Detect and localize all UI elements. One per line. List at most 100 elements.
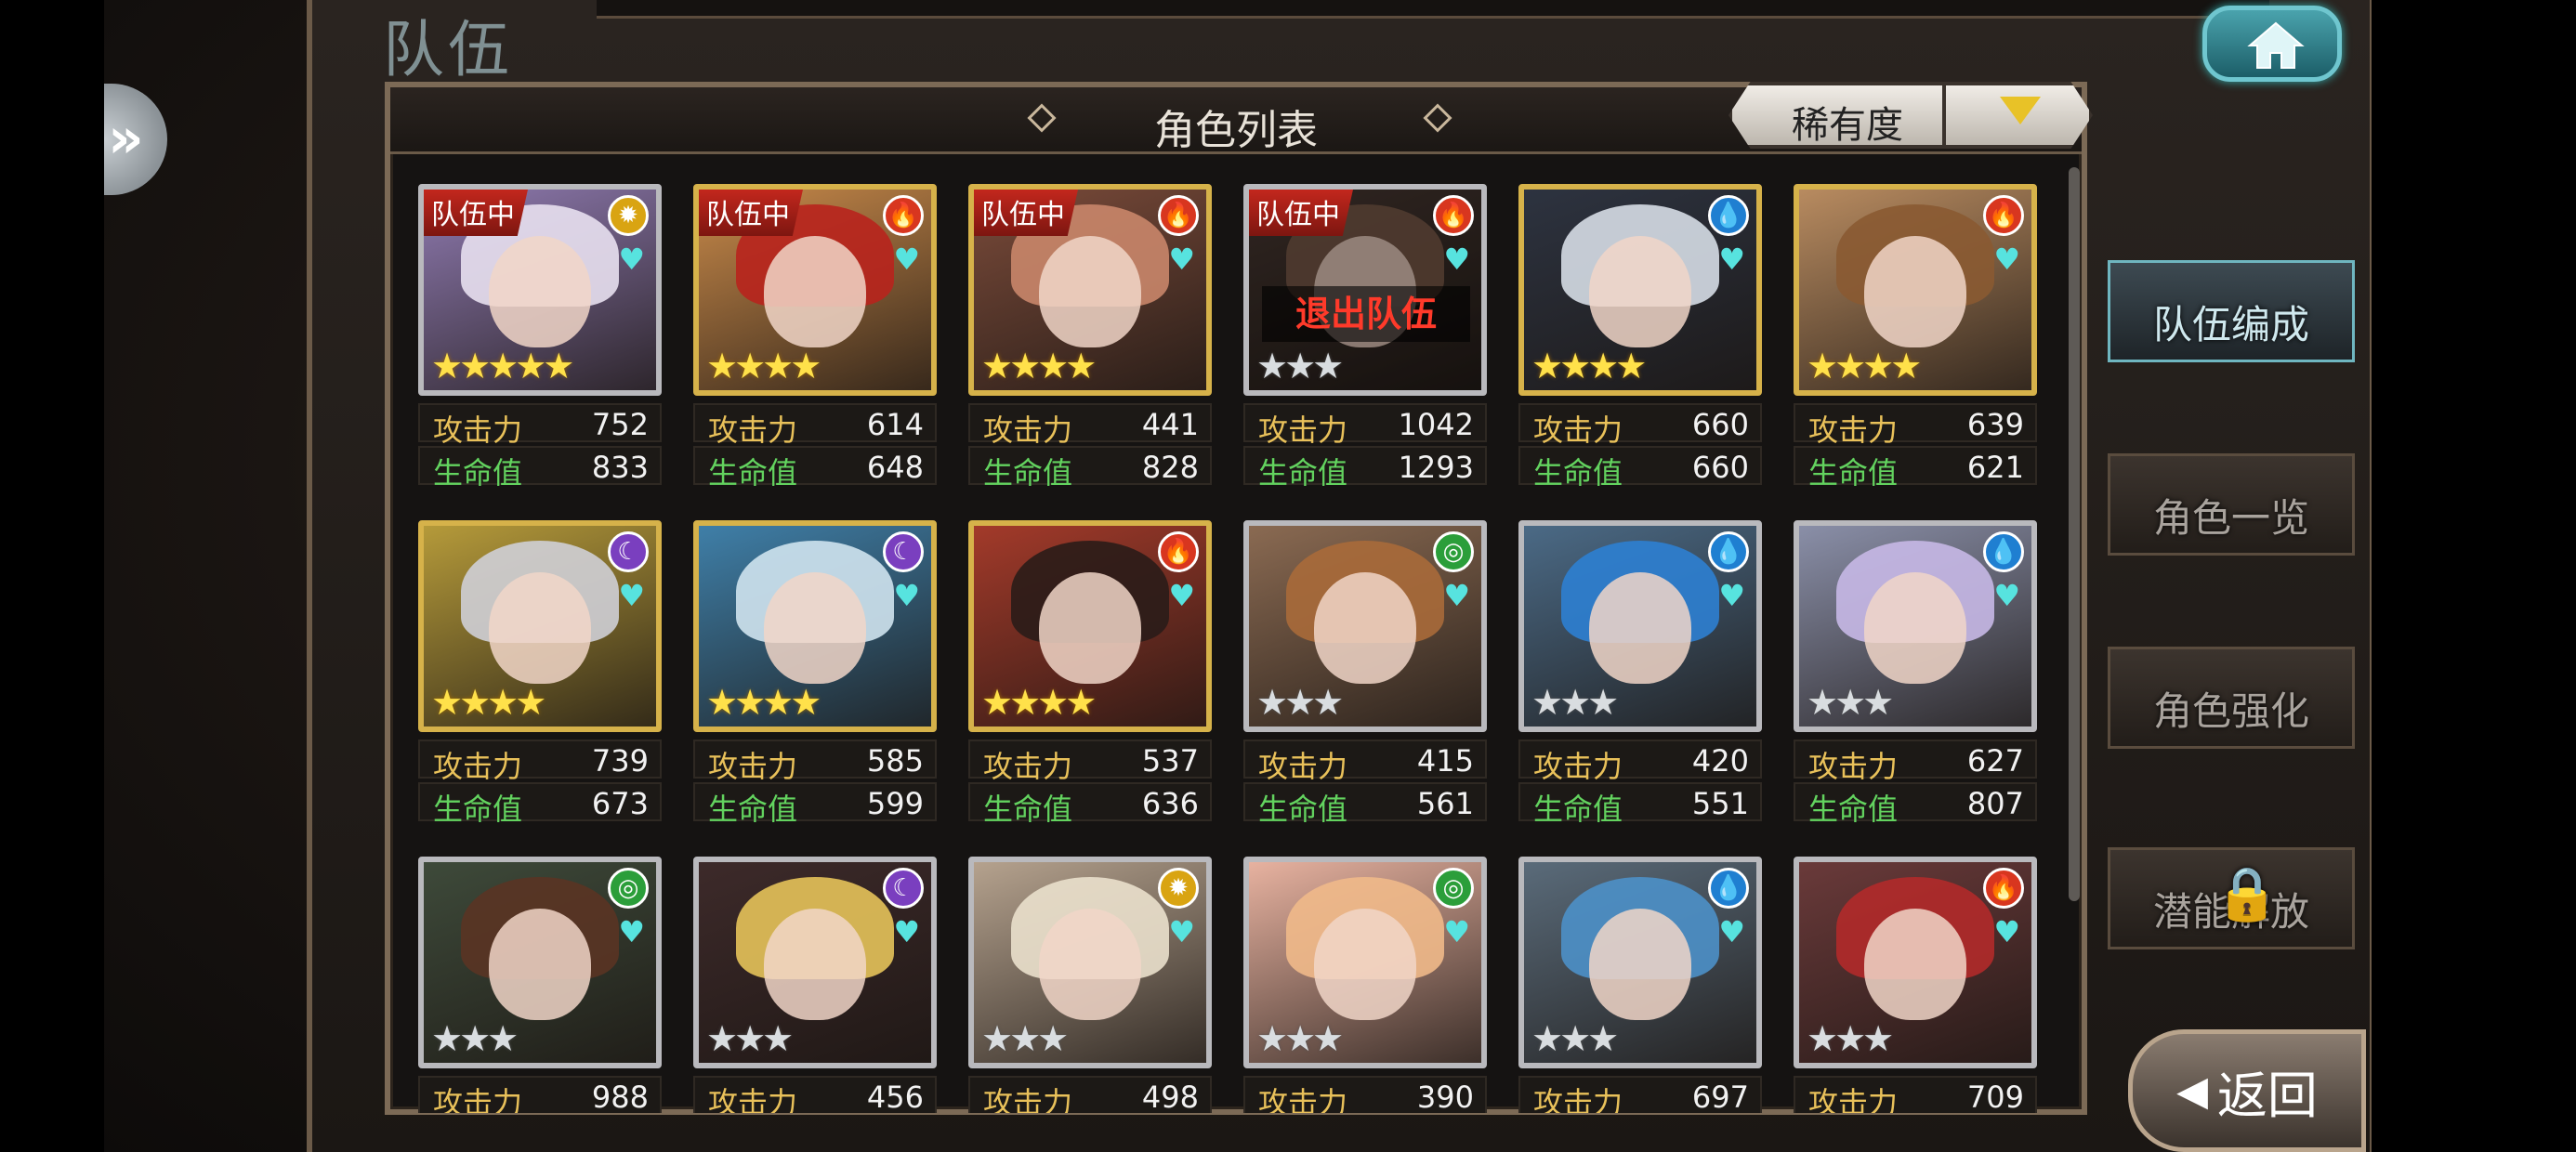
in-team-badge: 队伍中 [699,190,803,236]
character-card[interactable]: 🔥 ♥ ★★★★ 攻击力 639 生命值 621 [1794,184,2037,500]
character-card[interactable]: ◎ ♥ ★★★ 攻击力 390 [1243,857,1487,1113]
character-portrait[interactable]: 💧 ♥ ★★★ [1518,520,1762,732]
light-element-icon: ✹ [608,195,649,236]
hp-stat: 生命值 648 [693,446,937,491]
portrait-face [764,236,866,347]
heart-icon: ♥ [1993,242,2020,277]
menu-character-enhance[interactable]: 角色强化 [2108,647,2355,749]
attack-stat: 攻击力 627 [1794,740,2037,784]
character-card[interactable]: ✹ ♥ ★★★ 攻击力 498 [968,857,1212,1113]
character-card[interactable]: 🔥 ♥ ★★★ 攻击力 709 [1794,857,2037,1113]
character-card[interactable]: 队伍中 ✹ ♥ ★★★★★ 攻击力 752 生命值 833 [418,184,662,500]
character-card[interactable]: 💧 ♥ ★★★ 攻击力 420 生命值 551 [1518,520,1762,836]
character-portrait[interactable]: 队伍中 🔥 ♥ ★★★★ [693,184,937,396]
attack-value: 1042 [1398,407,1474,442]
heart-icon: ♥ [1443,578,1470,613]
character-portrait[interactable]: ☾ ♥ ★★★★ [693,520,937,732]
hp-stat: 生命值 599 [693,782,937,827]
character-card[interactable]: 队伍中 🔥 ♥ ★★★★ 攻击力 441 生命值 828 [968,184,1212,500]
attack-stat: 攻击力 537 [968,740,1212,784]
character-portrait[interactable]: 🔥 ♥ ★★★ [1794,857,2037,1068]
attack-label: 攻击力 [983,1085,1073,1113]
rarity-stars-icon: ★★★★ [981,682,1097,723]
attack-value: 660 [1691,407,1749,442]
character-portrait[interactable]: 💧 ♥ ★★★ [1794,520,2037,732]
portrait-face [1864,909,1966,1020]
character-card[interactable]: 💧 ♥ ★★★ 攻击力 627 生命值 807 [1794,520,2037,836]
character-card[interactable]: 队伍中 🔥 ♥ ★★★★ 攻击力 614 生命值 648 [693,184,937,500]
character-portrait[interactable]: ◎ ♥ ★★★ [1243,857,1487,1068]
hp-value: 621 [1966,450,2024,485]
menu-label: 队伍编成 [2152,302,2309,347]
character-card[interactable]: 💧 ♥ ★★★★ 攻击力 660 生命值 660 [1518,184,1762,500]
rarity-stars-icon: ★★★ [1256,1018,1344,1059]
portrait-face [1589,909,1691,1020]
menu-potential-unlock[interactable]: 🔒 潜能解放 [2108,847,2355,949]
character-portrait[interactable]: 队伍中 🔥 ♥ ★★★ 退出队伍 [1243,184,1487,396]
attack-stat: 攻击力 739 [418,740,662,784]
top-bar [597,0,2269,19]
menu-team-formation[interactable]: 队伍编成 [2108,260,2355,362]
home-icon [2247,21,2305,69]
character-portrait[interactable]: 队伍中 ✹ ♥ ★★★★★ [418,184,662,396]
attack-label: 攻击力 [708,1085,798,1113]
hp-label: 生命值 [1533,792,1623,827]
character-portrait[interactable]: 🔥 ♥ ★★★★ [1794,184,2037,396]
character-portrait[interactable]: ☾ ♥ ★★★ [693,857,937,1068]
character-portrait[interactable]: ◎ ♥ ★★★ [1243,520,1487,732]
attack-label: 攻击力 [433,749,523,784]
home-button[interactable] [2202,6,2342,82]
hp-label: 生命值 [433,792,523,827]
attack-stat: 攻击力 988 [418,1076,662,1113]
character-card[interactable]: 队伍中 🔥 ♥ ★★★ 退出队伍 攻击力 1042 生命值 1293 [1243,184,1487,500]
attack-label: 攻击力 [983,749,1073,784]
attack-stat: 攻击力 456 [693,1076,937,1113]
attack-stat: 攻击力 660 [1518,403,1762,448]
scrollbar[interactable] [2069,167,2080,901]
portrait-face [764,909,866,1020]
rarity-stars-icon: ★★★ [1256,682,1344,723]
hp-value: 551 [1691,786,1749,821]
character-portrait[interactable]: 💧 ♥ ★★★★ [1518,184,1762,396]
attack-label: 攻击力 [983,412,1073,448]
attack-value: 709 [1966,1080,2024,1113]
fire-element-icon: 🔥 [1433,195,1474,236]
hp-label: 生命值 [1258,792,1348,827]
character-card[interactable]: 🔥 ♥ ★★★★ 攻击力 537 生命值 636 [968,520,1212,836]
character-grid: 队伍中 ✹ ♥ ★★★★★ 攻击力 752 生命值 833 队伍中 🔥 ♥ ★★★★ 攻击力 614 生命值… [418,184,2063,1113]
attack-value: 537 [1141,743,1199,779]
character-portrait[interactable]: ☾ ♥ ★★★★ [418,520,662,732]
return-button[interactable]: ◀ 返回 [2128,1029,2366,1152]
character-card[interactable]: ◎ ♥ ★★★ 攻击力 415 生命值 561 [1243,520,1487,836]
character-card[interactable]: ☾ ♥ ★★★★ 攻击力 739 生命值 673 [418,520,662,836]
hp-value: 648 [866,450,924,485]
rarity-stars-icon: ★★★ [706,1018,794,1059]
attack-label: 攻击力 [1258,412,1348,448]
character-portrait[interactable]: ◎ ♥ ★★★ [418,857,662,1068]
attack-value: 627 [1966,743,2024,779]
hp-label: 生命值 [708,455,798,491]
sort-dropdown[interactable]: 稀有度 [1728,82,2093,149]
sort-label: 稀有度 [1792,104,1903,147]
hp-value: 828 [1141,450,1199,485]
character-card[interactable]: ☾ ♥ ★★★★ 攻击力 585 生命值 599 [693,520,937,836]
character-portrait[interactable]: ✹ ♥ ★★★ [968,857,1212,1068]
character-portrait[interactable]: 💧 ♥ ★★★ [1518,857,1762,1068]
menu-character-list[interactable]: 角色一览 [2108,453,2355,556]
hp-stat: 生命值 636 [968,782,1212,827]
leave-team-button[interactable]: 退出队伍 [1262,286,1470,342]
rarity-stars-icon: ★★★★★ [431,346,574,386]
fire-element-icon: 🔥 [1983,195,2024,236]
hp-value: 673 [591,786,649,821]
character-card[interactable]: ☾ ♥ ★★★ 攻击力 456 [693,857,937,1113]
attack-value: 614 [866,407,924,442]
character-card[interactable]: ◎ ♥ ★★★ 攻击力 988 [418,857,662,1113]
character-portrait[interactable]: 队伍中 🔥 ♥ ★★★★ [968,184,1212,396]
attack-value: 639 [1966,407,2024,442]
character-card[interactable]: 💧 ♥ ★★★ 攻击力 697 [1518,857,1762,1113]
portrait-face [1589,572,1691,684]
attack-stat: 攻击力 614 [693,403,937,448]
rarity-stars-icon: ★★★ [1531,1018,1619,1059]
character-portrait[interactable]: 🔥 ♥ ★★★★ [968,520,1212,732]
water-element-icon: 💧 [1708,868,1749,909]
